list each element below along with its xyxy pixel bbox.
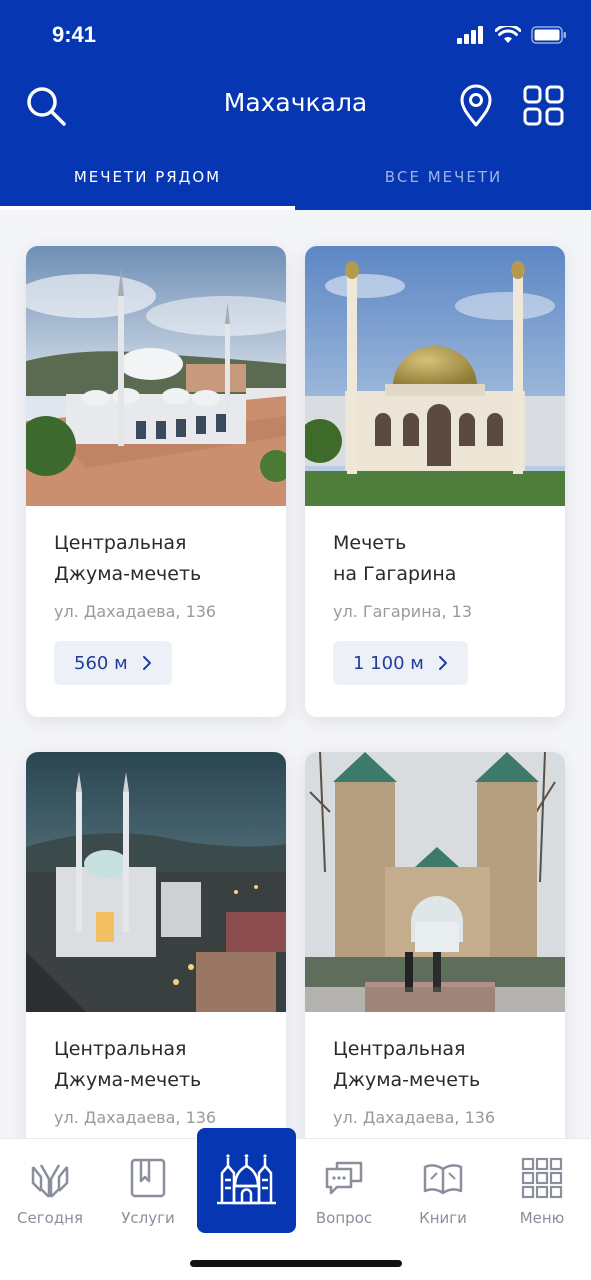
grid-menu-icon <box>521 1157 563 1199</box>
mosque-photo <box>26 752 286 1012</box>
signal-icon <box>457 26 483 44</box>
mosque-list[interactable]: Центральная Джума-мечеть ул. Дахадаева, … <box>0 210 591 1140</box>
chevron-right-icon <box>438 656 447 670</box>
mosque-title-line: Центральная <box>333 1038 466 1060</box>
tabbar-item-today[interactable]: Сегодня <box>2 1157 98 1227</box>
mosque-title: Центральная Джума-мечеть <box>26 528 286 590</box>
praying-hands-icon <box>31 1164 69 1198</box>
distance-label: 560 м <box>74 652 128 674</box>
mosque-icon <box>217 1154 276 1205</box>
grid-view-button[interactable] <box>522 84 566 128</box>
location-pin-icon <box>460 84 492 127</box>
status-bar: 9:41 <box>0 0 591 70</box>
distance-button[interactable]: 1 100 м <box>333 641 468 685</box>
tabbar-item-mosques[interactable] <box>197 1128 296 1233</box>
mosque-address: ул. Дахадаева, 136 <box>333 1108 496 1127</box>
mosque-photo <box>305 752 565 1012</box>
distance-button[interactable]: 560 м <box>54 641 172 685</box>
tabbar-label: Сегодня <box>17 1209 83 1227</box>
mosque-title: Мечеть на Гагарина <box>305 528 565 590</box>
mosque-title-line: Мечеть <box>333 532 407 554</box>
chat-bubble-icon <box>325 1161 363 1195</box>
grid-icon <box>523 85 564 126</box>
tabbar-item-menu[interactable]: Меню <box>494 1157 590 1227</box>
mosque-title: Центральная Джума-мечеть <box>305 1034 565 1096</box>
mosque-title-line: Джума-мечеть <box>333 1069 481 1091</box>
status-icons <box>457 26 567 44</box>
mosque-title-line: Джума-мечеть <box>54 563 202 585</box>
tabbar-label: Меню <box>519 1209 565 1227</box>
mosque-address: ул. Гагарина, 13 <box>333 602 472 621</box>
tab-nearby-mosques[interactable]: МЕЧЕТИ РЯДОМ <box>0 150 295 210</box>
open-book-icon <box>423 1164 463 1195</box>
header: 9:41 Махачкала МЕЧЕТИ РЯДОМ ВСЕ МЕЧЕТИ <box>0 0 591 210</box>
mosque-card[interactable]: Центральная Джума-мечеть ул. Дахадаева, … <box>305 752 565 1140</box>
city-title[interactable]: Махачкала <box>0 88 591 117</box>
tabbar-label: Услуги <box>121 1209 175 1227</box>
book-tag-icon <box>130 1158 166 1198</box>
mosque-title-line: на Гагарина <box>333 563 457 585</box>
mosque-title-line: Джума-мечеть <box>54 1069 202 1091</box>
tabbar-label: Книги <box>419 1209 467 1227</box>
tabbar-label: Вопрос <box>315 1209 373 1227</box>
wifi-icon <box>495 26 521 43</box>
battery-icon <box>531 26 566 44</box>
location-button[interactable] <box>458 84 494 128</box>
home-indicator[interactable] <box>190 1260 402 1267</box>
mosque-card[interactable]: Центральная Джума-мечеть ул. Дахадаева, … <box>26 752 286 1140</box>
tabbar-item-question[interactable]: Вопрос <box>296 1157 392 1227</box>
mosque-address: ул. Дахадаева, 136 <box>54 1108 217 1127</box>
mosque-title-line: Центральная <box>54 532 187 554</box>
mosque-card[interactable]: Мечеть на Гагарина ул. Гагарина, 13 1 10… <box>305 246 565 717</box>
mosque-title: Центральная Джума-мечеть <box>26 1034 286 1096</box>
mosque-card[interactable]: Центральная Джума-мечеть ул. Дахадаева, … <box>26 246 286 717</box>
title-row: Махачкала <box>0 78 591 134</box>
chevron-right-icon <box>142 656 151 670</box>
tabs: МЕЧЕТИ РЯДОМ ВСЕ МЕЧЕТИ <box>0 150 591 210</box>
tabbar-item-services[interactable]: Услуги <box>100 1157 196 1227</box>
tabbar-item-books[interactable]: Книги <box>395 1157 491 1227</box>
mosque-photo <box>26 246 286 506</box>
mosque-title-line: Центральная <box>54 1038 187 1060</box>
status-time: 9:41 <box>52 22 97 47</box>
mosque-photo <box>305 246 565 506</box>
distance-label: 1 100 м <box>353 652 424 674</box>
mosque-address: ул. Дахадаева, 136 <box>54 602 217 621</box>
tab-all-mosques[interactable]: ВСЕ МЕЧЕТИ <box>296 150 591 210</box>
